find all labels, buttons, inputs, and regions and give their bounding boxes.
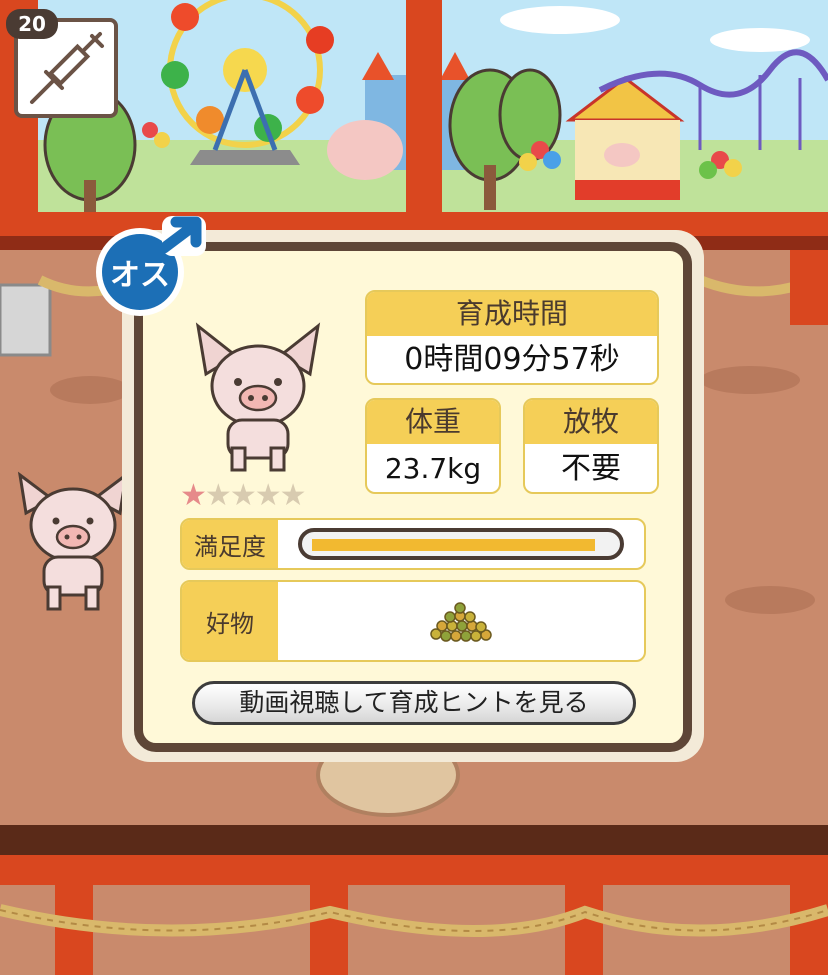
gender-label: オス	[110, 258, 170, 293]
favorite-label: 好物	[182, 582, 278, 660]
raise-time-value: 0時間09分57秒	[404, 342, 620, 377]
star-empty-icon: ★	[279, 478, 307, 513]
weight-value: 23.7kg	[384, 452, 482, 485]
background-pig[interactable]	[12, 465, 134, 613]
weight-box: 体重 23.7kg	[365, 398, 501, 494]
favorite-food-row: 好物	[180, 580, 646, 662]
satisfaction-label: 満足度	[182, 520, 278, 568]
raise-time-box: 育成時間 0時間09分57秒	[365, 290, 659, 385]
satisfaction-gauge-fill	[312, 539, 595, 551]
star-filled-icon: ★	[180, 478, 207, 513]
watch-video-hint-button[interactable]: 動画視聴して育成ヒントを見る	[192, 681, 636, 725]
item-count-badge: 20	[6, 9, 58, 39]
star-empty-icon: ★	[229, 478, 257, 513]
pig-portrait	[195, 322, 321, 472]
star-empty-icon: ★	[254, 478, 282, 513]
grain-pile-icon	[430, 602, 492, 642]
satisfaction-row: 満足度	[180, 518, 646, 570]
grazing-value: 不要	[561, 451, 621, 486]
weight-label: 体重	[367, 400, 499, 444]
rating-stars: ★★★★★	[180, 478, 307, 513]
gender-badge: オス	[92, 210, 212, 320]
raise-time-label: 育成時間	[367, 292, 657, 336]
satisfaction-gauge	[298, 528, 624, 560]
star-empty-icon: ★	[204, 478, 232, 513]
grazing-label: 放牧	[525, 400, 657, 444]
grazing-box: 放牧 不要	[523, 398, 659, 494]
